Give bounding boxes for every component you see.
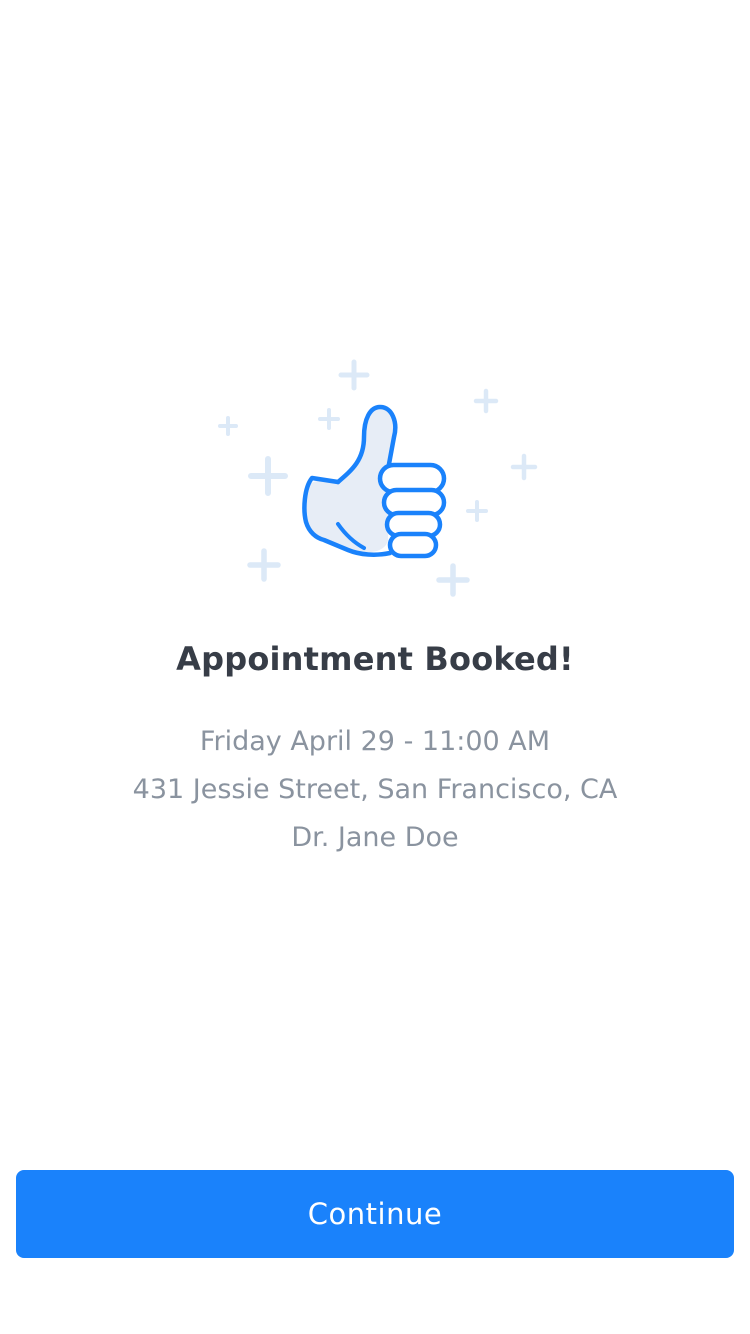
appointment-datetime: Friday April 29 - 11:00 AM (199, 726, 551, 757)
thumbs-up-icon (302, 404, 447, 559)
appointment-confirmation-screen: Appointment Booked! Friday April 29 - 11… (0, 0, 750, 1334)
appointment-address: 431 Jessie Street, San Francisco, CA (132, 774, 618, 805)
continue-button[interactable]: Continue (16, 1170, 734, 1258)
confirmation-title: Appointment Booked! (176, 640, 574, 678)
thumbs-up-illustration (200, 350, 550, 610)
appointment-details: Friday April 29 - 11:00 AM 431 Jessie St… (0, 718, 750, 862)
appointment-doctor: Dr. Jane Doe (291, 822, 459, 853)
